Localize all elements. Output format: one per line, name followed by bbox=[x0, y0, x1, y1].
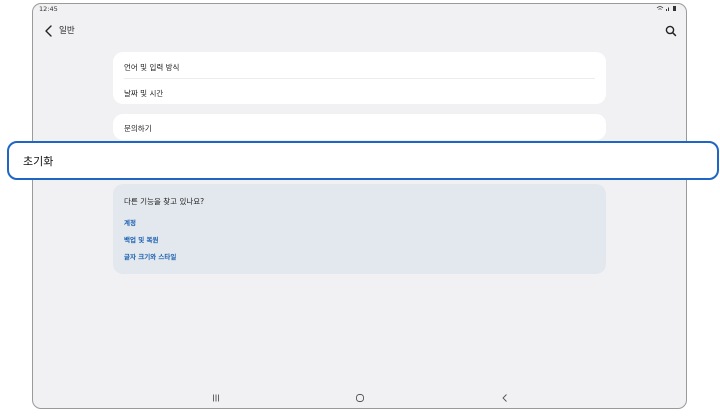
status-time: 12:45 bbox=[39, 5, 58, 13]
suggestions-title: 다른 기능을 찾고 있나요? bbox=[124, 197, 205, 206]
suggestion-link-backup-restore[interactable]: 백업 및 복원 bbox=[124, 234, 158, 244]
back-icon[interactable] bbox=[500, 393, 510, 403]
app-bar: 일반 bbox=[33, 18, 686, 44]
settings-group-1: 언어 및 입력 방식 날짜 및 시간 bbox=[113, 52, 606, 104]
status-bar: 12:45 bbox=[33, 4, 686, 16]
settings-item-contact-us[interactable]: 문의하기 bbox=[124, 123, 152, 134]
chevron-left-icon[interactable] bbox=[41, 23, 57, 39]
reset-label: 초기화 bbox=[23, 155, 54, 168]
settings-item-date-time[interactable]: 날짜 및 시간 bbox=[124, 88, 163, 99]
settings-item-reset[interactable]: 초기화 bbox=[7, 141, 719, 180]
settings-group-2: 문의하기 bbox=[113, 114, 606, 140]
divider bbox=[124, 78, 595, 79]
settings-item-language-input[interactable]: 언어 및 입력 방식 bbox=[124, 62, 179, 73]
tablet-screen: 12:45 일반 언어 및 입력 방식 날짜 및 시간 문의하기 다른 기능을 … bbox=[32, 3, 687, 409]
search-icon[interactable] bbox=[664, 24, 678, 38]
recent-apps-icon[interactable] bbox=[211, 393, 221, 403]
suggestions-card: 다른 기능을 찾고 있나요? 계정 백업 및 복원 글자 크기와 스타일 bbox=[113, 184, 606, 274]
suggestion-link-font-size-style[interactable]: 글자 크기와 스타일 bbox=[124, 251, 176, 261]
page-title: 일반 bbox=[59, 26, 75, 36]
wifi-signal-battery-icon bbox=[656, 6, 676, 11]
navigation-bar bbox=[33, 388, 686, 408]
suggestion-link-account[interactable]: 계정 bbox=[124, 217, 136, 227]
status-icons bbox=[656, 5, 678, 14]
home-icon[interactable] bbox=[355, 393, 365, 403]
